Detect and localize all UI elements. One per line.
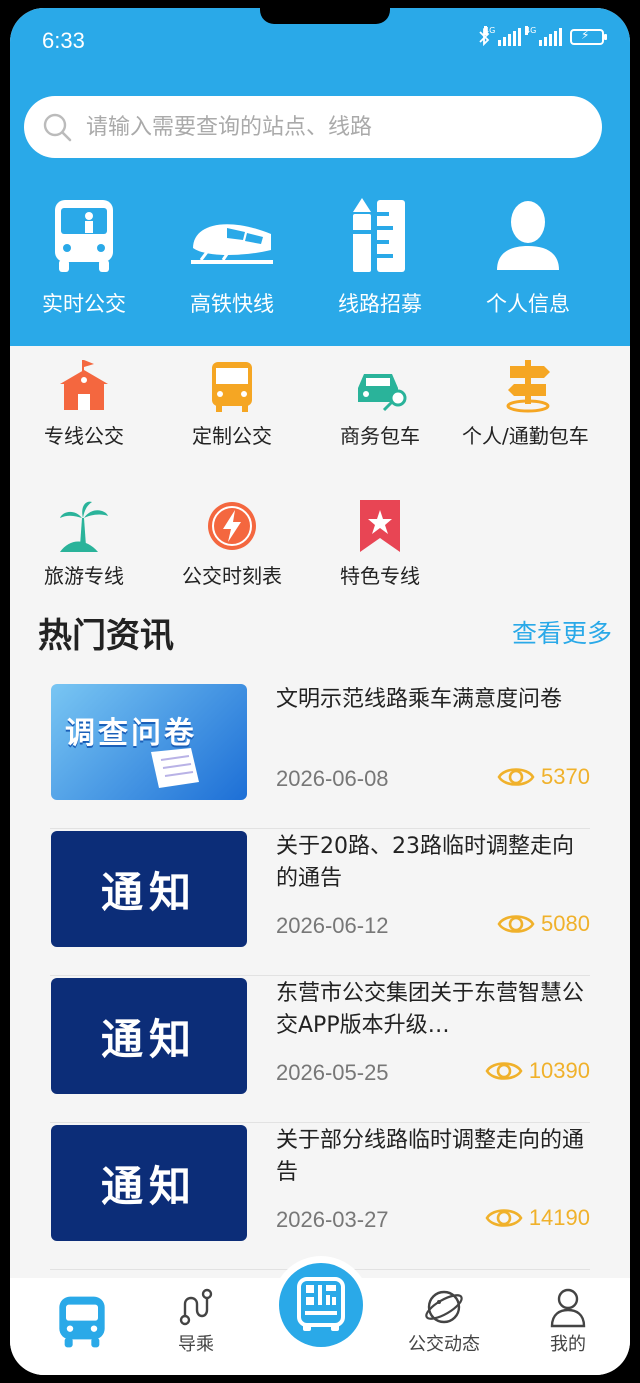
eye-icon	[485, 1062, 523, 1080]
tab-dynamics[interactable]: 公交动态	[394, 1286, 494, 1356]
service-featured-line[interactable]: 特色专线	[306, 498, 454, 638]
news-title: 文明示范线路乘车满意度问卷	[276, 687, 563, 712]
tab-label: 我的	[550, 1334, 586, 1355]
battery-icon: ⚡	[570, 28, 607, 45]
nav-label: 实时公交	[42, 292, 126, 316]
signal-icon: 4G	[525, 26, 562, 46]
nav-route-recruit[interactable]: 线路招募	[306, 194, 454, 318]
star-bookmark-icon	[360, 500, 400, 552]
hot-news-title: 热门资讯	[38, 616, 174, 656]
search-bar[interactable]	[24, 96, 602, 158]
planet-icon	[425, 1290, 463, 1324]
signpost-icon	[506, 360, 550, 413]
news-title: 东营市公交集团关于东营智慧公交APP版本升级…	[276, 981, 585, 1038]
status-icons: 4G 4G ⚡	[478, 26, 607, 46]
notice-thumbnail: 通知	[51, 1125, 247, 1241]
news-title: 关于20路、23路临时调整走向的通告	[276, 834, 574, 891]
person-icon	[497, 201, 559, 270]
service-label: 旅游专线	[44, 564, 124, 588]
news-date: 2026-06-08	[276, 766, 389, 791]
app-screen: 6:33 4G 4G ⚡ 实时公交 高铁快线 线路招募	[10, 8, 630, 1375]
view-count-value: 10390	[528, 1058, 590, 1083]
bus-tab-icon	[59, 1296, 105, 1348]
service-commute-charter[interactable]: 个人/通勤包车	[454, 358, 602, 498]
top-nav: 实时公交 高铁快线 线路招募 个人信息	[10, 194, 630, 318]
thumb-text: 通知	[100, 867, 197, 917]
qr-bus-icon	[297, 1277, 345, 1331]
route-icon	[179, 1288, 213, 1326]
service-custom-bus[interactable]: 定制公交	[158, 358, 306, 498]
view-count-value: 5080	[541, 911, 590, 936]
palm-tree-icon	[60, 501, 108, 552]
survey-thumbnail: 调查问卷	[51, 684, 247, 800]
search-icon	[43, 113, 72, 142]
service-label: 公交时刻表	[182, 564, 282, 588]
tab-label: 公交动态	[408, 1334, 480, 1355]
center-button-bg	[279, 1263, 363, 1347]
news-item[interactable]: 调查问卷 文明示范线路乘车满意度问卷 2026-06-08 5370	[50, 682, 590, 829]
nav-realtime-bus[interactable]: 实时公交	[10, 194, 158, 318]
eye-icon	[497, 915, 535, 933]
nav-label: 个人信息	[486, 292, 570, 316]
notice-thumbnail: 通知	[51, 978, 247, 1094]
scroll-paper-icon	[151, 748, 199, 788]
news-item[interactable]: 通知 关于部分线路临时调整走向的通告 2026-03-27 14190	[50, 1123, 590, 1270]
nav-label: 线路招募	[338, 292, 422, 316]
high-speed-train-icon	[191, 224, 273, 264]
clock-lightning-icon	[208, 502, 256, 550]
news-date: 2026-03-27	[276, 1207, 389, 1232]
view-count: 5370	[497, 764, 590, 790]
header: 6:33 4G 4G ⚡ 实时公交 高铁快线 线路招募	[10, 8, 630, 346]
news-item[interactable]: 通知 东营市公交集团关于东营智慧公交APP版本升级… 2026-05-25 10…	[50, 976, 590, 1123]
news-list: 调查问卷 文明示范线路乘车满意度问卷 2026-06-08 5370 通知 关于…	[50, 682, 590, 1270]
thumb-text: 通知	[100, 1014, 197, 1064]
service-timetable[interactable]: 公交时刻表	[158, 498, 306, 638]
service-dedicated-line[interactable]: 专线公交	[10, 358, 158, 498]
camera-notch	[260, 8, 390, 24]
news-title: 关于部分线路临时调整走向的通告	[276, 1128, 585, 1185]
news-item[interactable]: 通知 关于20路、23路临时调整走向的通告 2026-06-12 5080	[50, 829, 590, 976]
service-label: 商务包车	[340, 424, 420, 448]
tab-mine[interactable]: 我的	[518, 1286, 618, 1356]
center-scan-button[interactable]	[272, 1256, 370, 1354]
tab-guide[interactable]: 导乘	[146, 1286, 246, 1356]
view-count: 10390	[485, 1058, 590, 1084]
service-label: 特色专线	[340, 564, 420, 588]
service-grid: 专线公交 定制公交 商务包车 个人/通勤包车 旅游专线 公交时刻表 特色专线	[10, 358, 630, 638]
thumb-text: 通知	[100, 1161, 197, 1211]
nav-personal-info[interactable]: 个人信息	[454, 194, 602, 318]
service-business-charter[interactable]: 商务包车	[306, 358, 454, 498]
signal-icon: 4G	[484, 26, 521, 46]
car-key-icon	[358, 374, 407, 412]
search-input[interactable]	[84, 113, 568, 141]
bus-front-icon	[55, 200, 113, 272]
nav-label: 高铁快线	[190, 292, 274, 316]
view-count: 14190	[485, 1205, 590, 1231]
service-label: 定制公交	[192, 424, 272, 448]
service-label: 专线公交	[44, 424, 124, 448]
status-time: 6:33	[42, 28, 85, 53]
bus-icon	[212, 362, 252, 412]
service-label: 个人/通勤包车	[462, 424, 589, 448]
eye-icon	[497, 768, 535, 786]
news-date: 2026-05-25	[276, 1060, 389, 1085]
eye-icon	[485, 1209, 523, 1227]
user-icon	[550, 1288, 586, 1328]
view-count-value: 14190	[528, 1205, 590, 1230]
notice-thumbnail: 通知	[51, 831, 247, 947]
view-count-value: 5370	[541, 764, 590, 789]
pencil-ruler-icon	[353, 198, 405, 272]
tab-bus[interactable]	[32, 1292, 132, 1352]
school-building-icon	[60, 360, 108, 410]
view-count: 5080	[497, 911, 590, 937]
news-date: 2026-06-12	[276, 913, 389, 938]
view-more-link[interactable]: 查看更多	[512, 614, 612, 650]
nav-high-speed-rail[interactable]: 高铁快线	[158, 194, 306, 318]
tab-label: 导乘	[178, 1334, 214, 1355]
